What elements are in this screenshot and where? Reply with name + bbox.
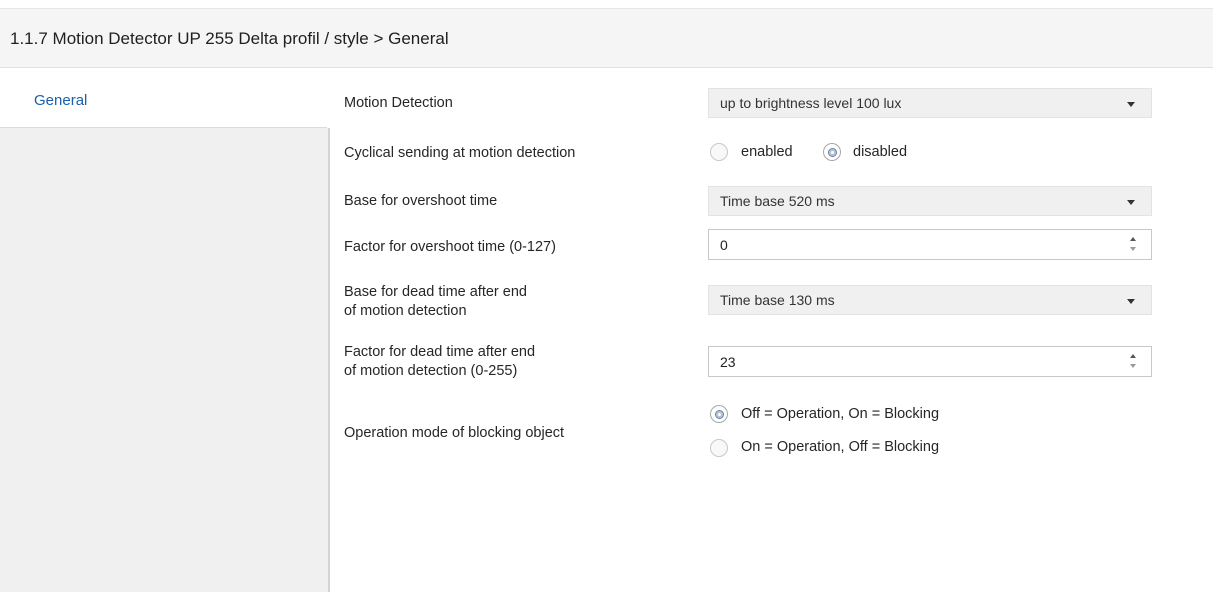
spin-down-icon[interactable] — [1130, 364, 1136, 368]
sidebar: General — [0, 68, 331, 592]
spin-up-icon[interactable] — [1130, 237, 1136, 241]
spin-up-icon[interactable] — [1130, 354, 1136, 358]
dead-time-factor-stepper[interactable]: 23 — [708, 346, 1152, 377]
cyclical-enabled-radio[interactable] — [710, 143, 728, 161]
spin-down-icon[interactable] — [1130, 247, 1136, 251]
blocking-mode-option2-label[interactable]: On = Operation, Off = Blocking — [741, 439, 939, 455]
blocking-mode-option1-radio[interactable] — [710, 405, 728, 423]
dead-time-factor-label-line2: of motion detection (0-255) — [344, 363, 518, 379]
sidebar-item-label: General — [34, 92, 88, 109]
overshoot-factor-value: 0 — [720, 237, 728, 253]
dead-time-base-select[interactable]: Time base 130 ms — [708, 285, 1152, 315]
motion-detection-value: up to brightness level 100 lux — [720, 95, 902, 111]
dead-time-factor-label: Factor for dead time after end of motion… — [344, 343, 535, 381]
cyclical-enabled-label[interactable]: enabled — [741, 144, 793, 160]
overshoot-base-value: Time base 520 ms — [720, 193, 835, 209]
chevron-down-icon — [1127, 200, 1135, 205]
page-title: 1.1.7 Motion Detector UP 255 Delta profi… — [10, 29, 449, 48]
overshoot-factor-stepper[interactable]: 0 — [708, 229, 1152, 260]
dead-time-base-value: Time base 130 ms — [720, 292, 835, 308]
cyclical-disabled-label[interactable]: disabled — [853, 144, 907, 160]
blocking-mode-option1-label[interactable]: Off = Operation, On = Blocking — [741, 406, 939, 422]
dead-time-base-label-line2: of motion detection — [344, 303, 467, 319]
cyclical-disabled-radio[interactable] — [823, 143, 841, 161]
sidebar-active-connector — [327, 68, 331, 128]
dead-time-base-label-line1: Base for dead time after end — [344, 284, 527, 300]
dead-time-factor-label-line1: Factor for dead time after end — [344, 344, 536, 360]
dead-time-factor-value: 23 — [720, 354, 736, 370]
cyclical-sending-label: Cyclical sending at motion detection — [344, 145, 576, 161]
overshoot-base-select[interactable]: Time base 520 ms — [708, 186, 1152, 216]
overshoot-base-label: Base for overshoot time — [344, 193, 498, 209]
dead-time-base-label: Base for dead time after end of motion d… — [344, 283, 527, 321]
chevron-down-icon — [1127, 299, 1135, 304]
motion-detection-label: Motion Detection — [344, 95, 453, 111]
sidebar-item-general[interactable]: General — [0, 68, 328, 128]
header-bar: 1.1.7 Motion Detector UP 255 Delta profi… — [0, 8, 1213, 68]
blocking-mode-label: Operation mode of blocking object — [344, 425, 565, 441]
blocking-mode-option2-radio[interactable] — [710, 439, 728, 457]
motion-detection-select[interactable]: up to brightness level 100 lux — [708, 88, 1152, 118]
chevron-down-icon — [1127, 102, 1135, 107]
overshoot-factor-label: Factor for overshoot time (0-127) — [344, 239, 556, 255]
